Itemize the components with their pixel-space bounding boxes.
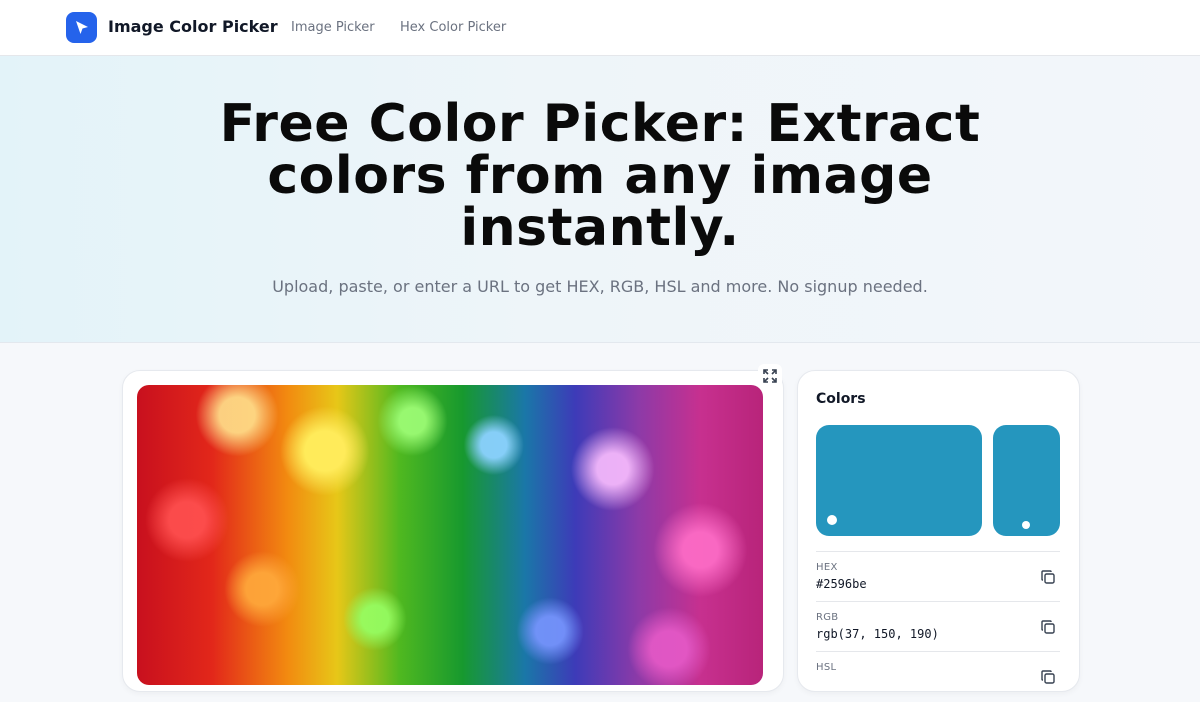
value-text[interactable]: rgb(37, 150, 190) (816, 627, 939, 641)
value-row-hex: HEX #2596be (816, 551, 1060, 602)
brand-name[interactable]: Image Color Picker (108, 17, 278, 36)
swatch-marker (1022, 521, 1030, 529)
value-label: RGB (816, 612, 839, 623)
expand-icon (763, 369, 777, 383)
value-label: HEX (816, 562, 838, 573)
nav-link-hex-color-picker[interactable]: Hex Color Picker (400, 20, 506, 35)
value-row-rgb: RGB rgb(37, 150, 190) (816, 601, 1060, 652)
copy-icon[interactable] (1040, 569, 1056, 585)
hero-section: Free Color Picker: Extract colors from a… (0, 56, 1200, 343)
copy-icon[interactable] (1040, 619, 1056, 635)
logo-mark[interactable] (66, 12, 97, 43)
value-text[interactable]: #2596be (816, 577, 867, 591)
color-swatch-secondary[interactable] (993, 425, 1060, 536)
cursor-arrow-icon (75, 20, 88, 34)
copy-icon[interactable] (1040, 669, 1056, 685)
nav-link-image-picker[interactable]: Image Picker (291, 20, 375, 35)
fullscreen-button[interactable] (758, 364, 782, 388)
swatch-marker (827, 515, 837, 525)
value-row-hsl: HSL (816, 651, 1060, 702)
value-label: HSL (816, 662, 837, 673)
uploaded-image[interactable] (137, 385, 763, 685)
top-nav: Image Color Picker Image Picker Hex Colo… (0, 0, 1200, 56)
image-card (122, 370, 784, 692)
colors-title: Colors (816, 391, 866, 407)
color-swatch-main[interactable] (816, 425, 982, 536)
hero-subtitle: Upload, paste, or enter a URL to get HEX… (272, 277, 928, 296)
hero-title: Free Color Picker: Extract colors from a… (219, 94, 981, 258)
colors-panel: Colors HEX #2596be RGB rgb(37, 150, 190)… (797, 370, 1080, 692)
